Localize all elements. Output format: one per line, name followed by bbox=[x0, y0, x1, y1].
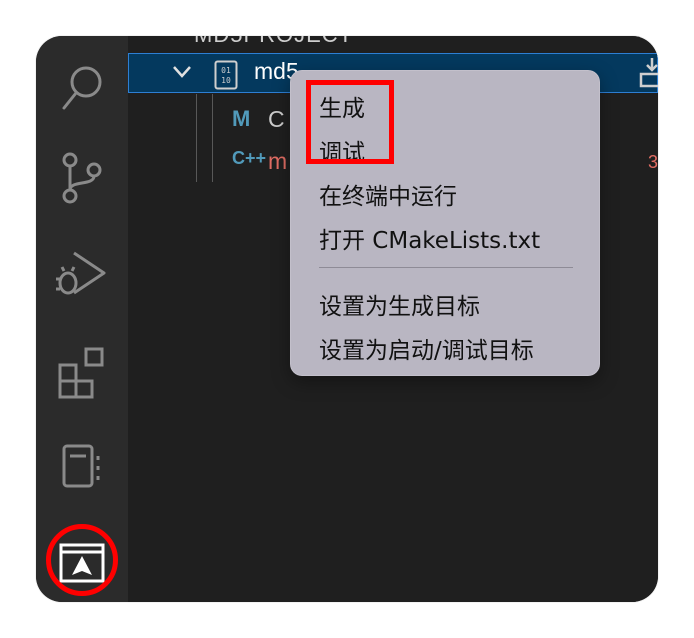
menu-separator bbox=[319, 267, 573, 268]
cpp-icon: C++ bbox=[232, 148, 267, 168]
highlight-rectangle bbox=[306, 80, 394, 164]
project-title: MD5PROJECT bbox=[194, 36, 353, 48]
extensions-icon[interactable] bbox=[50, 339, 114, 403]
run-debug-icon[interactable] bbox=[50, 241, 114, 305]
binary-file-icon: 01 10 bbox=[214, 60, 238, 94]
svg-text:10: 10 bbox=[221, 76, 231, 85]
notebook-icon[interactable] bbox=[50, 434, 114, 498]
menu-item-set-build-target[interactable]: 设置为生成目标 bbox=[319, 287, 480, 321]
chevron-down-icon[interactable] bbox=[172, 64, 192, 83]
file-label[interactable]: C bbox=[268, 106, 285, 133]
menu-item-run-in-terminal[interactable]: 在终端中运行 bbox=[319, 177, 457, 211]
menu-item-open-cmakelists[interactable]: 打开 CMakeLists.txt bbox=[319, 221, 540, 255]
menu-item-set-launch-target[interactable]: 设置为启动/调试目标 bbox=[319, 331, 534, 365]
highlight-circle bbox=[46, 524, 118, 596]
build-icon[interactable] bbox=[638, 56, 658, 94]
markdown-icon: M bbox=[232, 106, 251, 131]
file-label[interactable]: m bbox=[268, 148, 287, 175]
source-control-icon[interactable] bbox=[50, 146, 114, 210]
search-icon[interactable] bbox=[50, 56, 114, 120]
problem-count-badge: 3 bbox=[648, 152, 658, 172]
tree-guide bbox=[212, 94, 213, 182]
activity-bar bbox=[36, 36, 128, 602]
svg-text:01: 01 bbox=[221, 66, 231, 75]
tree-guide bbox=[196, 94, 197, 182]
